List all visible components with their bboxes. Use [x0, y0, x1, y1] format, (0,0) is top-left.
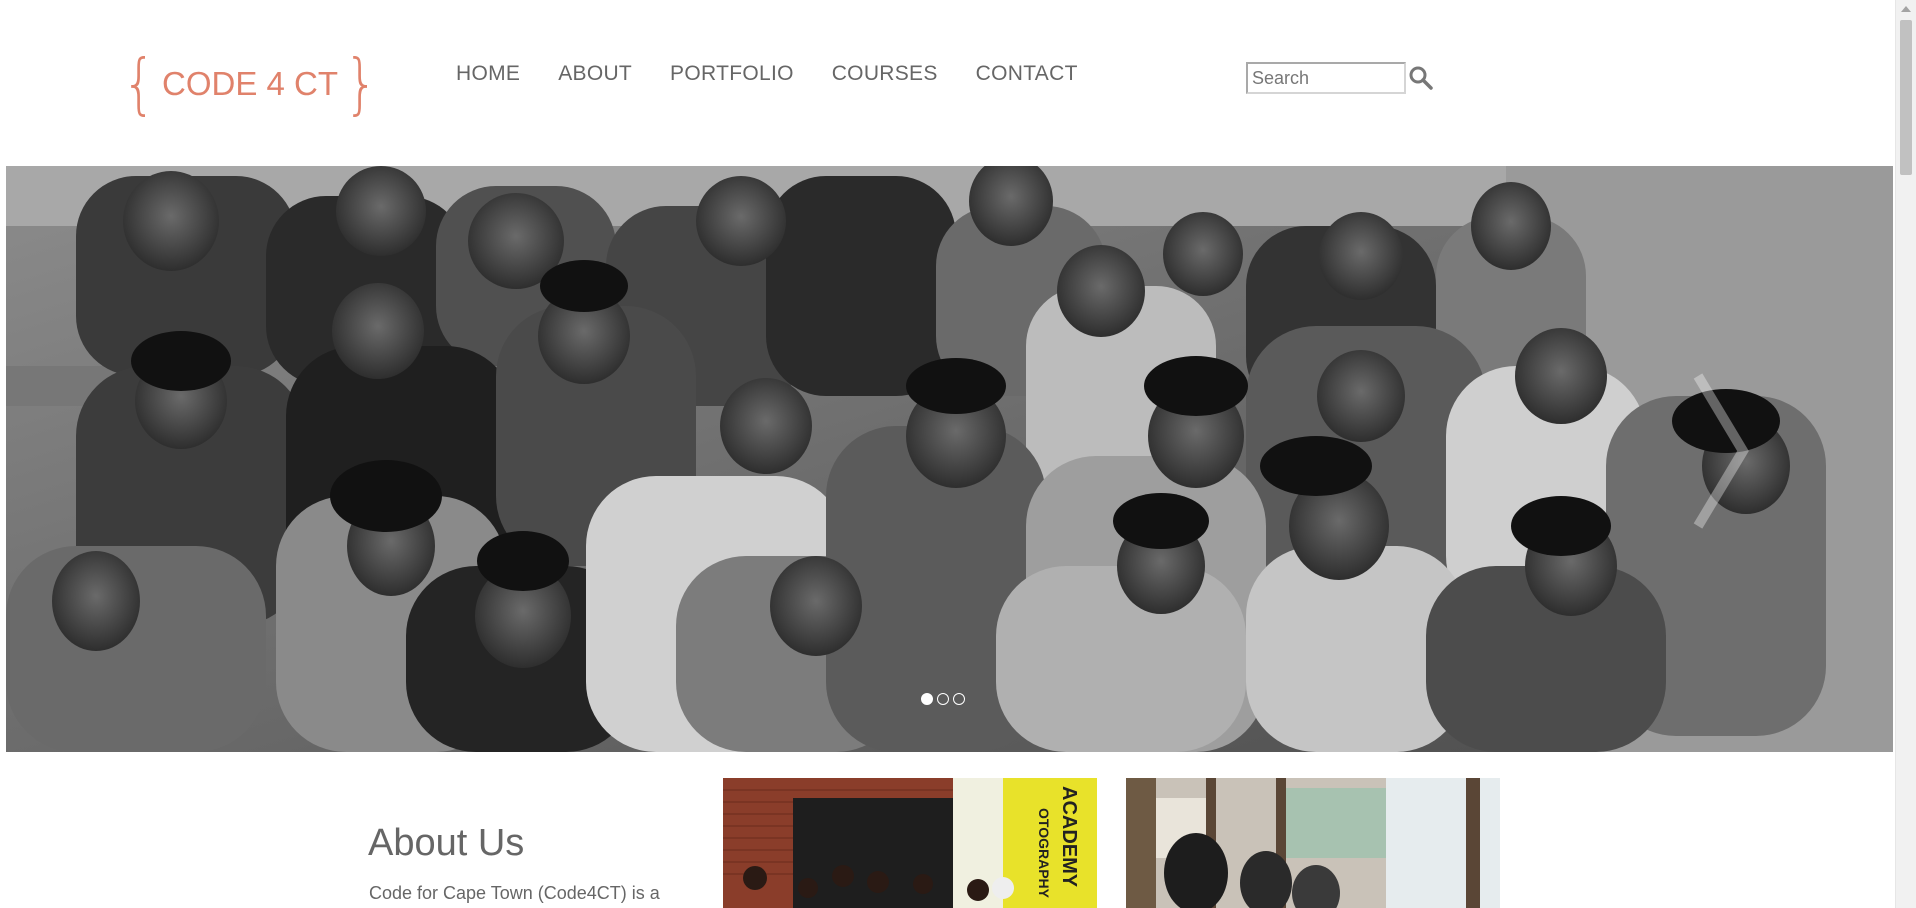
logo-text: CODE 4 CT [162, 65, 339, 102]
carousel-indicators [921, 693, 965, 705]
nav-about[interactable]: ABOUT [558, 62, 632, 86]
search-form [1246, 62, 1434, 94]
hero-carousel[interactable] [6, 166, 1893, 752]
carousel-next-button[interactable] [1683, 366, 1753, 536]
hero-group-photo [6, 166, 1893, 752]
thumb-caption-1: ACADEMY [1058, 786, 1080, 888]
nav-home[interactable]: HOME [456, 62, 520, 86]
carousel-dot-2[interactable] [937, 693, 949, 705]
thumb-caption-1b: OTOGRAPHY [1036, 808, 1052, 899]
site-logo[interactable]: { CODE 4 CT } [118, 50, 382, 118]
page-scrollbar[interactable] [1895, 0, 1916, 908]
search-icon[interactable] [1408, 65, 1434, 91]
main-nav: HOME ABOUT PORTFOLIO COURSES CONTACT [456, 62, 1078, 86]
logo-brace-open: { [122, 45, 156, 122]
carousel-dot-1[interactable] [921, 693, 933, 705]
about-photo-2[interactable] [1126, 778, 1500, 908]
about-photo-1[interactable]: ACADEMY OTOGRAPHY [723, 778, 1097, 908]
search-input[interactable] [1246, 62, 1406, 94]
carousel-dot-3[interactable] [953, 693, 965, 705]
page: { CODE 4 CT } HOME ABOUT PORTFOLIO COURS… [0, 0, 1896, 908]
nav-contact[interactable]: CONTACT [976, 62, 1078, 86]
nav-portfolio[interactable]: PORTFOLIO [670, 62, 794, 86]
logo-brace-close: } [344, 45, 378, 122]
about-text: Code for Cape Town (Code4CT) is a [369, 883, 660, 903]
chevron-right-icon [1693, 373, 1749, 529]
scroll-up-icon[interactable] [1901, 6, 1911, 12]
about-heading: About Us [368, 822, 525, 864]
scrollbar-thumb[interactable] [1900, 20, 1912, 175]
nav-courses[interactable]: COURSES [832, 62, 938, 86]
